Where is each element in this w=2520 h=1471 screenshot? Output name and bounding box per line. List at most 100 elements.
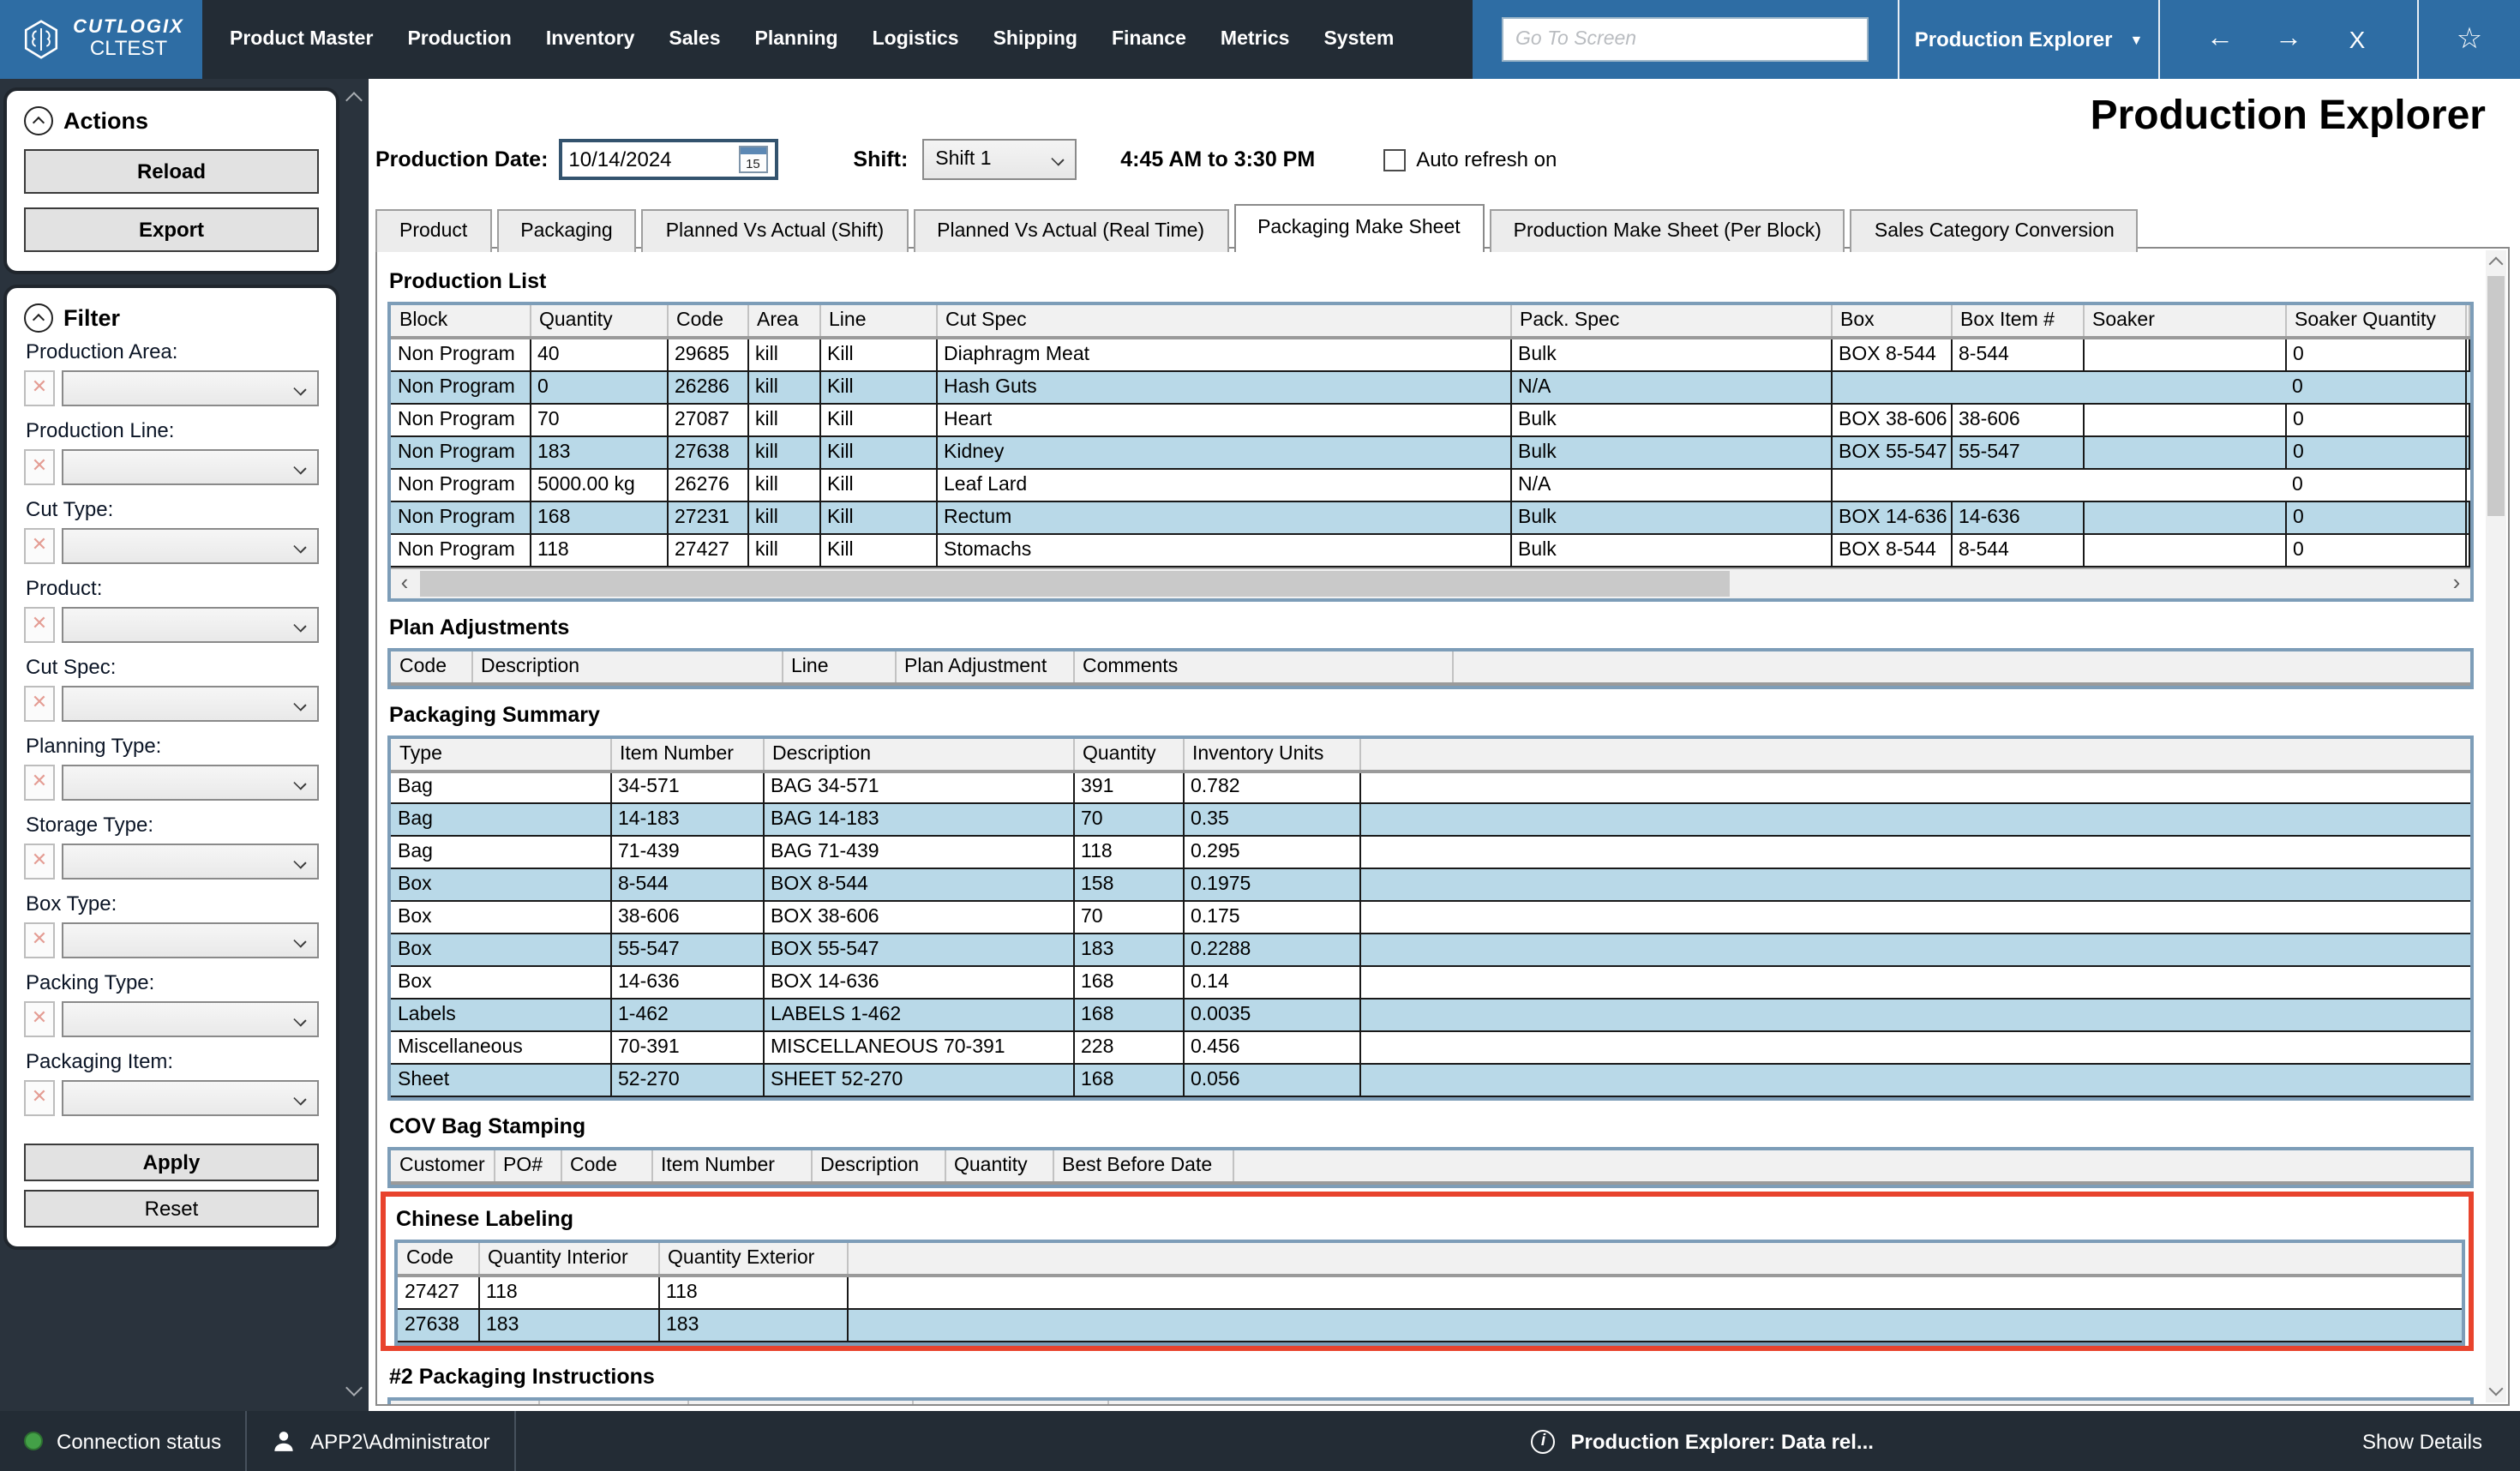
clear-filter-button[interactable]: ✕ [24, 449, 55, 485]
clear-filter-button[interactable]: ✕ [24, 1001, 55, 1037]
table-row[interactable]: Non Program026286killKillHash GutsN/A0 [391, 370, 2469, 403]
menu-item[interactable]: Logistics [855, 29, 976, 50]
table-row[interactable]: Box38-606BOX 38-606700.175 [391, 901, 2470, 934]
production-date-input[interactable]: 10/14/2024 15 [558, 139, 777, 180]
table-row[interactable]: Non Program5000.00 kg26276killKillLeaf L… [391, 468, 2469, 501]
tab[interactable]: Planned Vs Actual (Real Time) [913, 209, 1228, 252]
export-button[interactable]: Export [24, 207, 319, 252]
table-row[interactable]: 27427118118 [398, 1276, 2462, 1308]
scroll-up-icon[interactable] [2489, 257, 2504, 272]
favorite-star-icon[interactable]: ☆ [2457, 22, 2483, 57]
table-row[interactable]: Box8-544BOX 8-5441580.1975 [391, 868, 2470, 901]
filter-dropdown[interactable] [62, 922, 319, 958]
reset-button[interactable]: Reset [24, 1190, 319, 1228]
filter-dropdown[interactable] [62, 1080, 319, 1116]
clear-filter-button[interactable]: ✕ [24, 370, 55, 406]
scroll-left-icon[interactable]: ‹ [391, 568, 418, 597]
tab[interactable]: Sales Category Conversion [1851, 209, 2139, 252]
show-details-link[interactable]: Show Details [2362, 1429, 2482, 1453]
table-row[interactable]: Bag71-439BAG 71-4391180.295 [391, 836, 2470, 868]
table-row[interactable]: Non Program7027087killKillHeartBulkBOX 3… [391, 403, 2469, 435]
clear-filter-button[interactable]: ✕ [24, 686, 55, 722]
clear-filter-button[interactable]: ✕ [24, 528, 55, 564]
clear-filter-button[interactable]: ✕ [24, 844, 55, 880]
vertical-scrollbar[interactable] [2486, 250, 2506, 1402]
filter-dropdown[interactable] [62, 607, 319, 643]
tab[interactable]: Packaging Make Sheet [1233, 204, 1485, 252]
tab[interactable]: Packaging [496, 209, 636, 252]
table-row[interactable]: Labels1-462LABELS 1-4621680.0035 [391, 999, 2470, 1031]
menu-item[interactable]: Shipping [976, 29, 1095, 50]
scroll-up-icon[interactable] [345, 92, 363, 109]
table-row[interactable]: Non Program4029685killKillDiaphragm Meat… [391, 338, 2469, 370]
calendar-icon[interactable]: 15 [738, 146, 767, 173]
environment-name: CLTEST [90, 39, 167, 61]
close-screen-button[interactable]: X [2323, 26, 2391, 53]
filter-dropdown[interactable] [62, 686, 319, 722]
top-bar: CUTLOGIX CLTEST Product MasterProduction… [0, 0, 2520, 79]
control-row: Production Date: 10/14/2024 15 Shift: Sh… [375, 137, 1557, 182]
packaging-summary-grid: TypeItem NumberDescriptionQuantityInvent… [387, 735, 2474, 1101]
filter-dropdown[interactable] [62, 765, 319, 801]
auto-refresh-label: Auto refresh on [1416, 147, 1557, 171]
filter-dropdown[interactable] [62, 370, 319, 406]
filter-dropdown[interactable] [62, 449, 319, 485]
collapse-filter-icon[interactable] [24, 303, 53, 333]
scroll-down-icon[interactable] [345, 1379, 363, 1396]
go-to-screen-input[interactable] [1502, 17, 1869, 62]
scrollbar-thumb[interactable] [2487, 276, 2505, 516]
clear-filter-button[interactable]: ✕ [24, 1080, 55, 1116]
apply-button[interactable]: Apply [24, 1144, 319, 1181]
menu-item[interactable]: Product Master [213, 29, 390, 50]
filter-dropdown[interactable] [62, 528, 319, 564]
cell: BOX 8-544 [1831, 533, 1951, 566]
menu-item[interactable]: Metrics [1203, 29, 1307, 50]
screen-selector[interactable]: Production Explorer ▼ [1898, 0, 2158, 79]
table-row[interactable]: Non Program16827231killKillRectumBulkBOX… [391, 501, 2469, 533]
column-header: Quantity [1073, 738, 1183, 771]
shift-dropdown[interactable]: Shift 1 [921, 139, 1076, 180]
clear-filter-button[interactable]: ✕ [24, 922, 55, 958]
cell: Rectum [936, 501, 1510, 533]
filter-dropdown[interactable] [62, 1001, 319, 1037]
cell [1359, 901, 2470, 934]
column-header [1107, 1400, 2470, 1406]
tab[interactable]: Production Make Sheet (Per Block) [1490, 209, 1845, 252]
table-row[interactable]: Bag14-183BAG 14-183700.35 [391, 803, 2470, 836]
menu-item[interactable]: Inventory [529, 29, 652, 50]
scroll-right-icon[interactable]: › [2443, 568, 2470, 597]
table-row[interactable]: Non Program11827427killKillStomachsBulkB… [391, 533, 2469, 566]
navigate-forward-button[interactable]: → [2254, 24, 2323, 55]
cell: 0.35 [1183, 803, 1359, 836]
table-row[interactable]: Bag34-571BAG 34-5713910.782 [391, 771, 2470, 803]
tab[interactable]: Product [375, 209, 491, 252]
table-row[interactable]: Miscellaneous70-391MISCELLANEOUS 70-3912… [391, 1031, 2470, 1064]
status-message[interactable]: i Production Explorer: Data rel... [1532, 1429, 1874, 1453]
menu-item[interactable]: Production [390, 29, 528, 50]
menu-item[interactable]: System [1306, 29, 1411, 50]
screen-selector-label: Production Explorer [1915, 27, 2113, 51]
collapse-actions-icon[interactable] [24, 106, 53, 135]
clear-filter-button[interactable]: ✕ [24, 765, 55, 801]
clear-filter-button[interactable]: ✕ [24, 607, 55, 643]
menu-item[interactable]: Sales [651, 29, 737, 50]
sidebar-scrollbar[interactable] [345, 84, 363, 1404]
table-row[interactable]: Box14-636BOX 14-6361680.14 [391, 966, 2470, 999]
scrollbar-thumb[interactable] [420, 570, 1730, 596]
cell: 14-636 [610, 966, 763, 999]
table-row[interactable]: Non Program18327638killKillKidneyBulkBOX… [391, 435, 2469, 468]
table-row[interactable]: Box55-547BOX 55-5471830.2288 [391, 934, 2470, 966]
menu-item[interactable]: Finance [1095, 29, 1203, 50]
navigate-back-button[interactable]: ← [2186, 24, 2254, 55]
table-row[interactable]: 27638183183 [398, 1308, 2462, 1341]
menu-item[interactable]: Planning [738, 29, 855, 50]
table-row[interactable]: Sheet52-270SHEET 52-2701680.056 [391, 1064, 2470, 1096]
table-header-row: CodeQuantity InteriorQuantity Exterior [398, 1243, 2462, 1276]
reload-button[interactable]: Reload [24, 149, 319, 194]
scroll-down-icon[interactable] [2489, 1382, 2504, 1396]
horizontal-scrollbar[interactable]: ‹ › [391, 567, 2470, 597]
filter-dropdown[interactable] [62, 844, 319, 880]
tab[interactable]: Planned Vs Actual (Shift) [642, 209, 908, 252]
cov-bag-stamping-grid: CustomerPO#CodeItem NumberDescriptionQua… [387, 1147, 2474, 1188]
auto-refresh-checkbox[interactable] [1383, 148, 1406, 171]
